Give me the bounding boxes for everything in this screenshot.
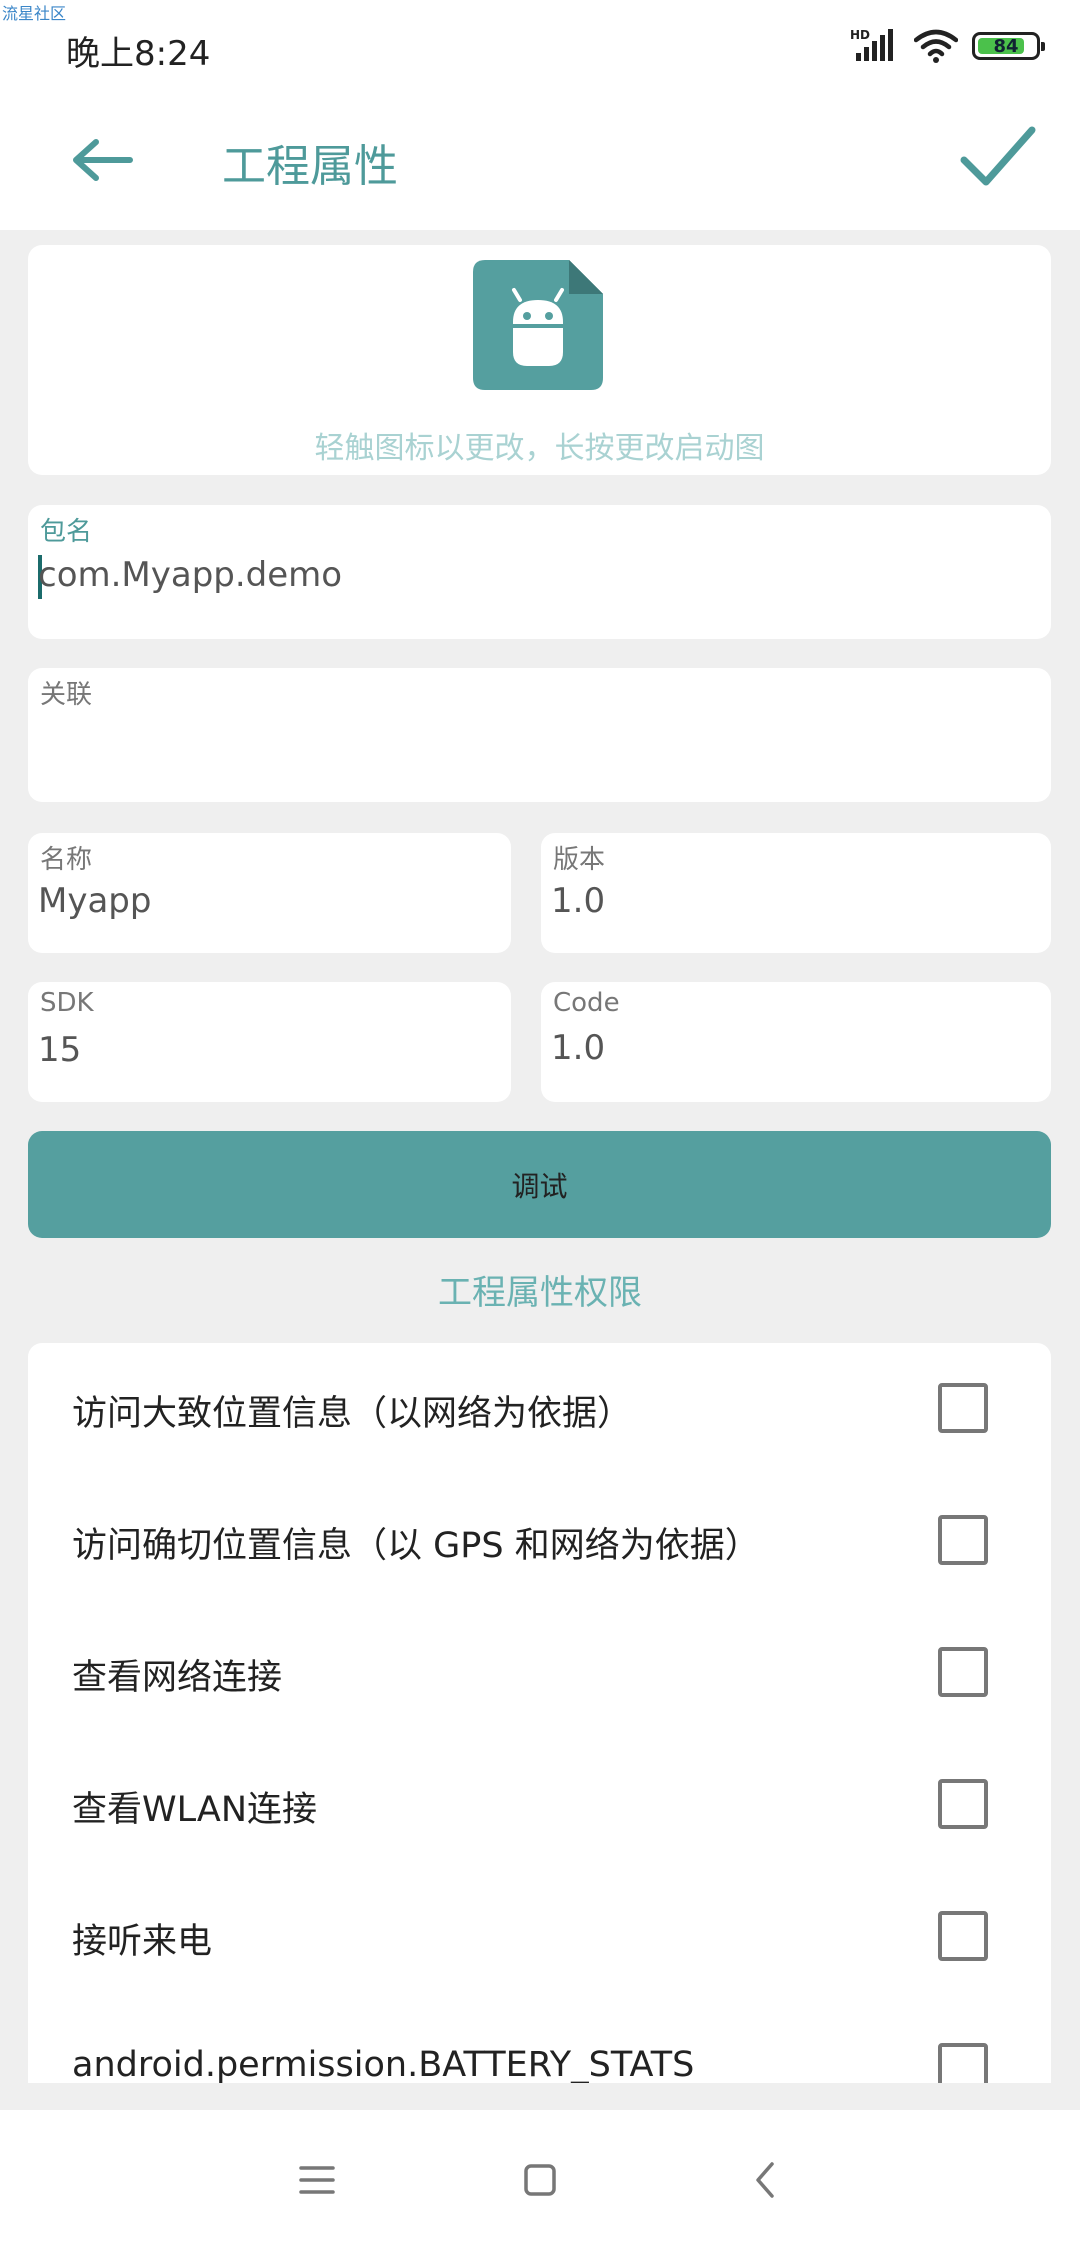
- code-input[interactable]: 1.0: [551, 1028, 605, 1068]
- permission-row[interactable]: 查看WLAN连接: [28, 1739, 1051, 1871]
- sdk-field[interactable]: SDK 15: [28, 982, 511, 1102]
- code-field[interactable]: Code 1.0: [541, 982, 1051, 1102]
- permission-label: 接听来电: [72, 1922, 213, 1962]
- permission-row[interactable]: 接听来电: [28, 1871, 1051, 2003]
- back-icon[interactable]: [736, 2150, 796, 2210]
- permission-label: android.permission.BATTERY_STATS: [72, 2045, 695, 2083]
- permissions-list: 访问大致位置信息（以网络为依据） 访问确切位置信息（以 GPS 和网络为依据） …: [28, 1343, 1051, 2083]
- android-app-icon[interactable]: [473, 260, 603, 390]
- permission-checkbox[interactable]: [938, 1515, 988, 1565]
- permission-row[interactable]: 访问大致位置信息（以网络为依据）: [28, 1343, 1051, 1475]
- code-label: Code: [553, 988, 620, 1018]
- version-input[interactable]: 1.0: [551, 881, 605, 921]
- permission-checkbox[interactable]: [938, 1779, 988, 1829]
- menu-icon[interactable]: [287, 2150, 347, 2210]
- status-bar: 晚上8:24 HD 84: [0, 0, 1080, 90]
- permission-row[interactable]: android.permission.BATTERY_STATS: [28, 2003, 1051, 2083]
- association-field[interactable]: 关联: [28, 668, 1051, 802]
- check-icon[interactable]: [958, 122, 1038, 192]
- package-label: 包名: [40, 517, 93, 547]
- app-bar: 工程属性: [0, 90, 1080, 230]
- status-icons: HD 84: [850, 26, 1045, 66]
- permission-row[interactable]: 访问确切位置信息（以 GPS 和网络为依据）: [28, 1475, 1051, 1607]
- status-time: 晚上8:24: [66, 34, 211, 74]
- permission-label: 访问确切位置信息（以 GPS 和网络为依据）: [72, 1526, 760, 1566]
- permission-label: 查看WLAN连接: [72, 1790, 318, 1830]
- wifi-icon: [914, 29, 958, 63]
- debug-button[interactable]: 调试: [28, 1131, 1051, 1238]
- network-label: HD: [850, 29, 870, 42]
- version-label: 版本: [553, 845, 606, 875]
- permission-checkbox[interactable]: [938, 1383, 988, 1433]
- permission-checkbox[interactable]: [938, 2043, 988, 2083]
- icon-hint: 轻触图标以更改，长按更改启动图: [314, 431, 765, 466]
- battery-level: 84: [993, 35, 1019, 57]
- name-label: 名称: [40, 845, 93, 875]
- package-input[interactable]: com.Myapp.demo: [38, 555, 342, 595]
- package-field[interactable]: 包名 com.Myapp.demo: [28, 505, 1051, 639]
- permissions-title: 工程属性权限: [438, 1273, 642, 1313]
- page-title: 工程属性: [222, 141, 398, 192]
- association-label: 关联: [40, 680, 93, 710]
- back-arrow-icon[interactable]: [68, 130, 138, 190]
- sdk-input[interactable]: 15: [38, 1030, 81, 1070]
- permission-checkbox[interactable]: [938, 1647, 988, 1697]
- sdk-label: SDK: [40, 988, 94, 1018]
- battery-icon: 84: [972, 32, 1045, 60]
- system-nav-bar: [0, 2110, 1080, 2244]
- watermark: 流星社区: [2, 4, 67, 23]
- signal-icon: HD: [850, 29, 893, 61]
- permission-checkbox[interactable]: [938, 1911, 988, 1961]
- version-field[interactable]: 版本 1.0: [541, 833, 1051, 953]
- name-field[interactable]: 名称 Myapp: [28, 833, 511, 953]
- permission-row[interactable]: 查看网络连接: [28, 1607, 1051, 1739]
- app-icon-card: 轻触图标以更改，长按更改启动图: [28, 245, 1051, 475]
- permission-label: 查看网络连接: [72, 1658, 283, 1698]
- name-input[interactable]: Myapp: [38, 881, 151, 921]
- home-icon[interactable]: [510, 2150, 570, 2210]
- permission-label: 访问大致位置信息（以网络为依据）: [72, 1394, 633, 1434]
